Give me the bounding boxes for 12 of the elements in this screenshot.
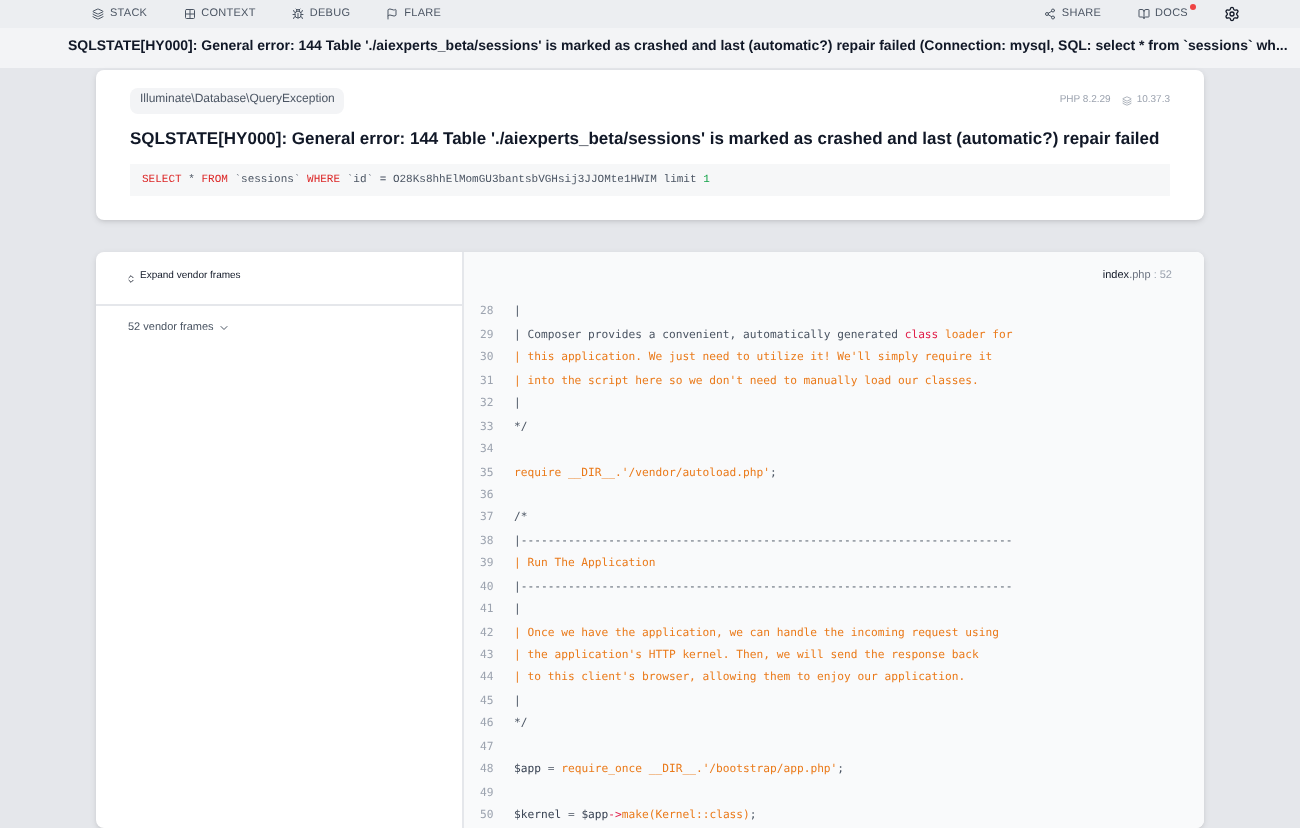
chevron-down-icon xyxy=(217,322,230,334)
layers-icon xyxy=(92,8,104,20)
settings-icon xyxy=(1224,6,1240,22)
settings-button[interactable] xyxy=(1224,6,1240,22)
flag-icon xyxy=(386,8,399,20)
share-icon xyxy=(1043,8,1056,20)
grid-icon xyxy=(183,8,196,20)
layers-icon xyxy=(1122,96,1133,106)
exception-message: SQLSTATE[HY000]: General error: 144 Table './aiexperts_beta/sessions' is marked as crashed and last (automatic?) repair failed xyxy=(130,126,1162,152)
book-icon xyxy=(1137,8,1150,20)
bug-icon xyxy=(291,8,304,20)
expand-icon xyxy=(126,273,136,283)
